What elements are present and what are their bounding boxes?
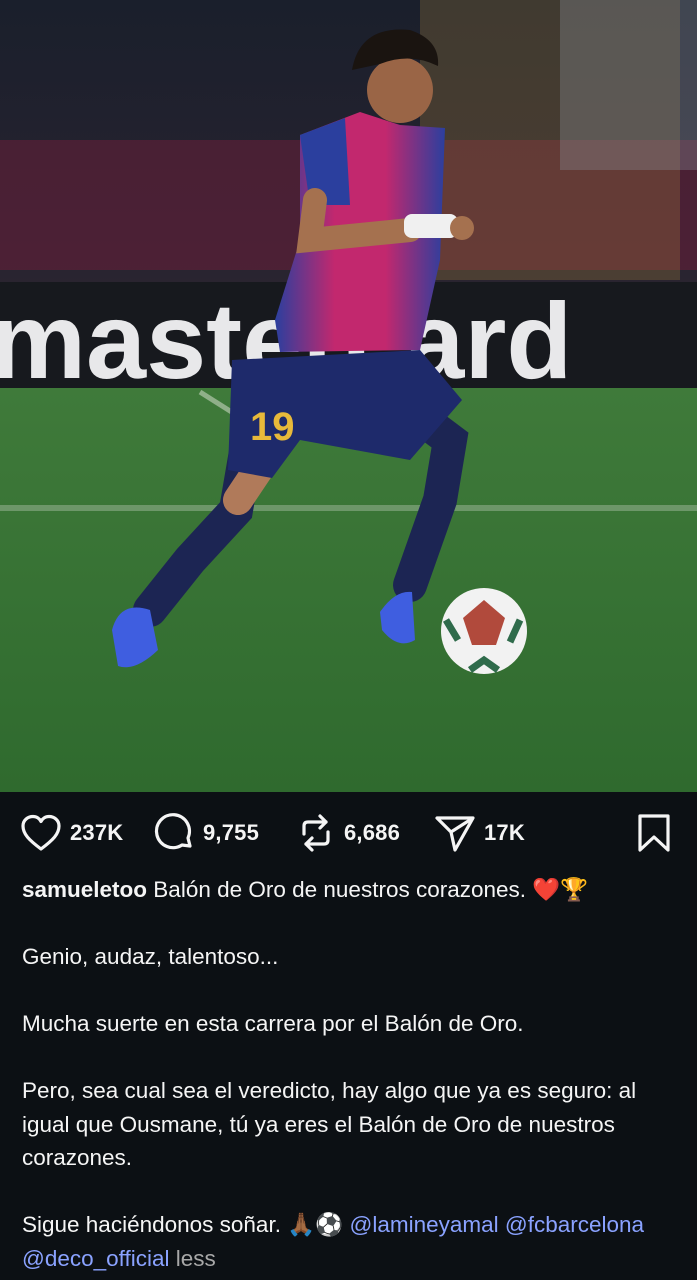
comment-bubble-icon	[153, 812, 195, 854]
photo-illustration: mastercard 19	[0, 0, 697, 792]
shirt-number: 19	[250, 405, 295, 449]
author-username[interactable]: samueletoo	[22, 877, 147, 902]
mention-link[interactable]: @lamineyamal	[350, 1212, 499, 1237]
caption-paragraph: Sigue haciéndonos soñar. 🙏🏾⚽ @lamineyama…	[22, 1208, 672, 1275]
like-count: 237K	[70, 820, 124, 845]
send-icon	[434, 813, 476, 853]
share-button[interactable]: 17K	[434, 806, 525, 860]
heart-icon	[20, 814, 62, 852]
caption-emojis: 🙏🏾⚽	[287, 1212, 344, 1237]
repost-count: 6,686	[344, 820, 401, 845]
less-button[interactable]: less	[176, 1246, 216, 1271]
caption-paragraph: Genio, audaz, talentoso...	[22, 944, 279, 969]
repost-icon	[296, 812, 336, 854]
caption-paragraph: Pero, sea cual sea el veredicto, hay alg…	[22, 1078, 637, 1170]
post-action-bar: 237K 9,755 6,686 17K	[0, 806, 697, 860]
caption-headline: Balón de Oro de nuestros corazones.	[147, 877, 533, 902]
save-button[interactable]	[636, 806, 672, 860]
mention-link[interactable]: @deco_official	[22, 1246, 170, 1271]
caption-text: Sigue haciéndonos soñar.	[22, 1212, 288, 1237]
caption-first-line: samueletoo Balón de Oro de nuestros cora…	[22, 873, 672, 907]
caption-emojis: ❤️🏆	[532, 877, 589, 902]
bookmark-icon	[636, 813, 672, 853]
mention-link[interactable]: @fcbarcelona	[505, 1212, 644, 1237]
repost-button[interactable]: 6,686	[296, 806, 400, 860]
share-count: 17K	[484, 820, 525, 845]
caption-paragraph: Mucha suerte en esta carrera por el Baló…	[22, 1011, 524, 1036]
comment-count: 9,755	[203, 820, 260, 845]
like-button[interactable]: 237K	[20, 806, 123, 860]
post-photo[interactable]: mastercard 19	[0, 0, 697, 792]
comment-button[interactable]: 9,755	[153, 806, 259, 860]
post-caption: samueletoo Balón de Oro de nuestros cora…	[22, 873, 672, 1275]
